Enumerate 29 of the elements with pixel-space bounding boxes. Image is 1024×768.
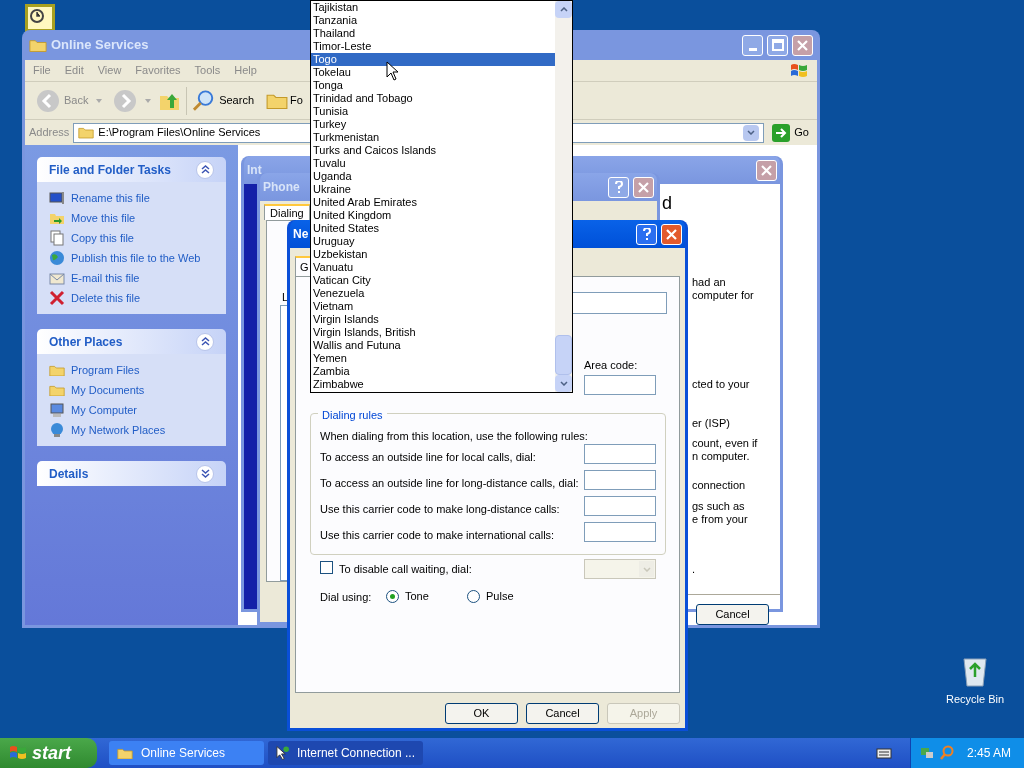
window-title: Online Services [51, 36, 149, 55]
rule-label: Use this carrier code to make international calls: [320, 528, 555, 543]
window-title: Ne [293, 226, 309, 243]
wizard-text: . [692, 562, 696, 577]
checkbox-label: To disable call waiting, dial: [339, 562, 472, 577]
window-title: Phone [263, 179, 300, 196]
wizard-heading: d [662, 192, 672, 215]
wizard-text: cted to your [692, 377, 750, 392]
wizard-text: had an [692, 275, 726, 290]
panel-title: Details [49, 465, 89, 483]
panel-title: Other Places [49, 333, 123, 351]
wizard-text: connection [692, 478, 746, 493]
window-title: Int [247, 162, 262, 179]
field-label: Area code: [584, 358, 638, 373]
field-label: Dial using: [320, 590, 372, 605]
wizard-text: er (ISP) [692, 416, 730, 431]
wizard-text: n computer. [692, 449, 750, 464]
rule-label: Use this carrier code to make long-distance calls: [320, 502, 560, 517]
wizard-text: gs such as [692, 499, 745, 514]
panel-title: File and Folder Tasks [49, 161, 171, 179]
wizard-text: computer for [692, 288, 754, 303]
rule-label: To access an outside line for long-distance calls, dial: [320, 476, 579, 491]
wizard-text: e from your [692, 512, 748, 527]
wizard-text: count, even if [692, 436, 758, 451]
desktop-icon-label: Recycle Bin [945, 692, 1005, 707]
clock: 2:45 AM [967, 745, 1012, 762]
rule-label: To access an outside line for local calls, dial: [320, 450, 536, 465]
rules-intro: When dialing from this location, use the following rules: [320, 429, 588, 444]
address-label: Address [29, 125, 70, 141]
